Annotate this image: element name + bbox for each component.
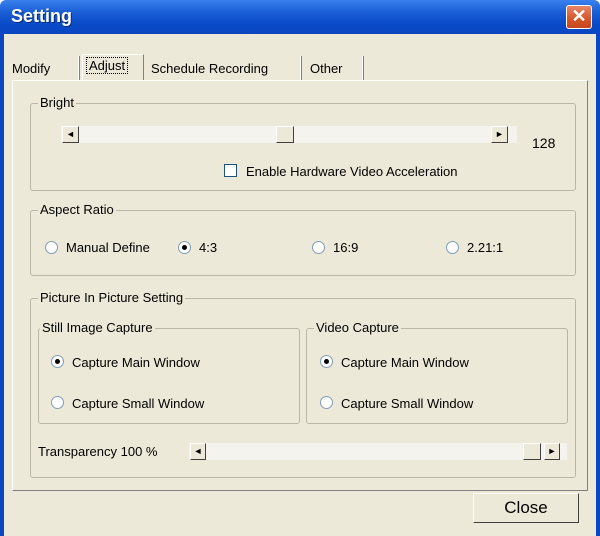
aspect-manual-radio[interactable] [45,241,58,254]
close-icon[interactable]: ✕ [566,5,592,29]
setting-dialog: Setting ✕ Modify Adjust Schedule Recordi… [0,0,600,536]
tab-other[interactable]: Other [310,61,343,76]
still-main-radio[interactable] [51,355,64,368]
video-small-label: Capture Small Window [341,396,474,411]
still-capture-legend: Still Image Capture [40,320,155,335]
tab-adjust[interactable]: Adjust [82,54,144,81]
aspect-ratio-legend: Aspect Ratio [38,202,116,217]
hw-accel-checkbox[interactable] [224,164,237,177]
bright-right-arrow-icon[interactable]: ► [491,126,508,143]
aspect-2-21-radio[interactable] [446,241,459,254]
aspect-16-9-label: 16:9 [333,240,359,255]
video-main-radio[interactable] [320,355,333,368]
title-bar[interactable]: Setting ✕ [0,0,600,34]
bright-value: 128 [532,135,556,151]
tab-separator [362,56,364,80]
tab-adjust-label: Adjust [86,57,129,74]
bright-slider-thumb[interactable] [276,126,294,143]
bright-left-arrow-icon[interactable]: ◄ [62,126,79,143]
window-title: Setting [11,6,72,26]
aspect-manual-label: Manual Define [66,240,150,255]
still-small-radio[interactable] [51,396,64,409]
hw-accel-label: Enable Hardware Video Acceleration [246,164,458,179]
video-small-radio[interactable] [320,396,333,409]
tab-modify[interactable]: Modify [12,61,50,76]
pip-legend: Picture In Picture Setting [38,290,186,305]
bright-legend: Bright [38,95,76,110]
window-frame-right [596,34,600,536]
aspect-4-3-label: 4:3 [199,240,218,255]
still-main-label: Capture Main Window [72,355,200,370]
aspect-2-21-label: 2.21:1 [467,240,504,255]
tab-separator [78,56,80,80]
tab-schedule-recording[interactable]: Schedule Recording [151,61,268,76]
video-capture-legend: Video Capture [314,320,401,335]
still-small-label: Capture Small Window [72,396,205,411]
aspect-16-9-radio[interactable] [312,241,325,254]
aspect-4-3-radio[interactable] [178,241,191,254]
transparency-left-arrow-icon[interactable]: ◄ [190,443,206,460]
transparency-slider-track[interactable] [189,443,567,460]
video-main-label: Capture Main Window [341,355,469,370]
transparency-label: Transparency 100 % [38,444,158,459]
transparency-slider-thumb[interactable] [523,443,541,460]
transparency-right-arrow-icon[interactable]: ► [544,443,560,460]
tab-separator [300,56,302,80]
close-button[interactable]: Close [473,493,579,523]
